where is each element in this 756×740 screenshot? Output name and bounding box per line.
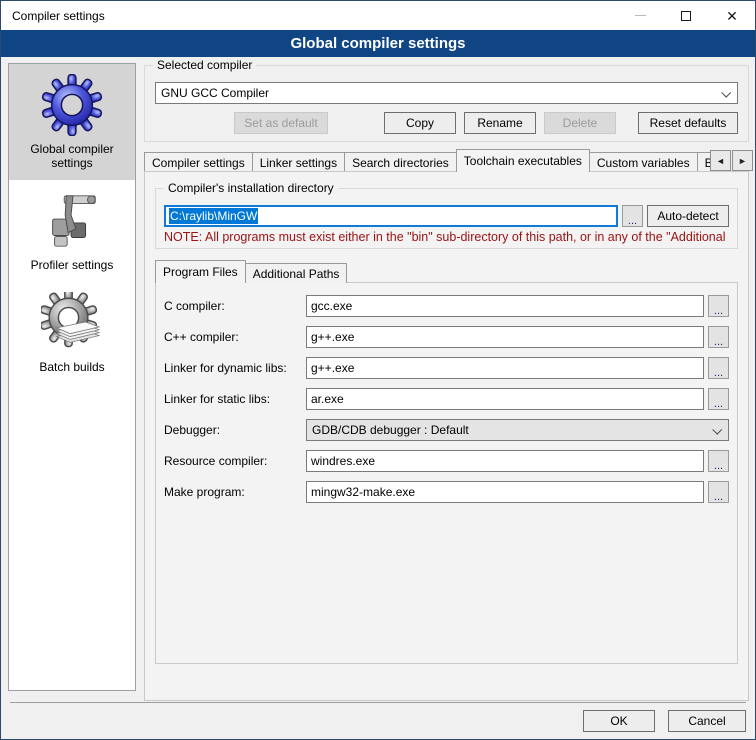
minimize-icon bbox=[635, 15, 646, 16]
window-title: Compiler settings bbox=[1, 9, 617, 23]
titlebar: Compiler settings ✕ bbox=[1, 1, 755, 30]
static-linker-input[interactable]: ar.exe bbox=[306, 388, 704, 410]
tab-linker-settings[interactable]: Linker settings bbox=[252, 152, 345, 172]
field-row-debugger: Debugger: GDB/CDB debugger : Default bbox=[164, 419, 729, 441]
installation-directory-browse-button[interactable]: ... bbox=[622, 205, 643, 227]
blue-gear-icon bbox=[41, 74, 103, 136]
sidebar-item-profiler-settings[interactable]: Profiler settings bbox=[9, 180, 135, 282]
dynamic-linker-input[interactable]: g++.exe bbox=[306, 357, 704, 379]
sidebar-item-batch-builds[interactable]: Batch builds bbox=[9, 282, 135, 384]
field-label: Debugger: bbox=[164, 423, 306, 437]
compiler-select-value: GNU GCC Compiler bbox=[161, 86, 269, 100]
ok-button[interactable]: OK bbox=[583, 710, 655, 732]
resource-compiler-browse-button[interactable]: ... bbox=[708, 450, 729, 472]
static-linker-browse-button[interactable]: ... bbox=[708, 388, 729, 410]
program-files-tabstrip: Program Files Additional Paths bbox=[155, 259, 738, 283]
chevron-down-icon bbox=[721, 88, 731, 98]
compiler-settings-window: Compiler settings ✕ Global compiler sett… bbox=[0, 0, 756, 740]
cancel-button[interactable]: Cancel bbox=[668, 710, 746, 732]
field-row-resource-compiler: Resource compiler: windres.exe ... bbox=[164, 450, 729, 472]
field-row-cpp-compiler: C++ compiler: g++.exe ... bbox=[164, 326, 729, 348]
minimize-button[interactable] bbox=[617, 1, 663, 30]
cpp-compiler-input[interactable]: g++.exe bbox=[306, 326, 704, 348]
maximize-icon bbox=[681, 11, 691, 21]
rename-button[interactable]: Rename bbox=[464, 112, 536, 134]
settings-category-list: Global compiler settings Profiler settin… bbox=[8, 63, 136, 691]
toolchain-executables-page: Compiler's installation directory C:\ray… bbox=[144, 171, 749, 701]
sidebar-item-label: Global compiler settings bbox=[11, 142, 133, 170]
tab-build-options[interactable]: Build options bbox=[697, 152, 710, 172]
field-label: C compiler: bbox=[164, 299, 306, 313]
sidebar-item-global-compiler-settings[interactable]: Global compiler settings bbox=[9, 64, 135, 180]
page-title: Global compiler settings bbox=[1, 30, 755, 57]
debugger-select-value: GDB/CDB debugger : Default bbox=[312, 423, 469, 437]
tab-scroll-controls: ◄ ► bbox=[710, 150, 753, 171]
field-label: Linker for static libs: bbox=[164, 392, 306, 406]
selected-compiler-group: Selected compiler GNU GCC Compiler Set a… bbox=[144, 65, 749, 142]
field-row-make-program: Make program: mingw32-make.exe ... bbox=[164, 481, 729, 503]
program-files-page: C compiler: gcc.exe ... C++ compiler: g+… bbox=[155, 282, 738, 664]
auto-detect-button[interactable]: Auto-detect bbox=[647, 205, 729, 227]
tab-scroll-left-button[interactable]: ◄ bbox=[710, 150, 731, 171]
field-label: C++ compiler: bbox=[164, 330, 306, 344]
field-row-static-linker: Linker for static libs: ar.exe ... bbox=[164, 388, 729, 410]
tab-scroll-right-button[interactable]: ► bbox=[732, 150, 753, 171]
maximize-button[interactable] bbox=[663, 1, 709, 30]
compiler-select[interactable]: GNU GCC Compiler bbox=[155, 82, 738, 104]
c-compiler-input[interactable]: gcc.exe bbox=[306, 295, 704, 317]
dialog-footer: OK Cancel bbox=[583, 710, 746, 732]
gray-gear-stack-icon bbox=[41, 292, 103, 354]
sidebar-item-label: Batch builds bbox=[11, 360, 133, 374]
installation-directory-value: C:\raylib\MinGW bbox=[169, 208, 258, 224]
close-button[interactable]: ✕ bbox=[709, 1, 755, 30]
tab-program-files[interactable]: Program Files bbox=[155, 260, 246, 283]
caliper-icon bbox=[41, 190, 103, 252]
tab-additional-paths[interactable]: Additional Paths bbox=[245, 263, 348, 283]
field-label: Linker for dynamic libs: bbox=[164, 361, 306, 375]
set-as-default-button[interactable]: Set as default bbox=[234, 112, 328, 134]
dynamic-linker-browse-button[interactable]: ... bbox=[708, 357, 729, 379]
delete-button[interactable]: Delete bbox=[544, 112, 616, 134]
dialog-content: Global compiler settings Profiler settin… bbox=[1, 57, 755, 739]
make-program-browse-button[interactable]: ... bbox=[708, 481, 729, 503]
settings-tabstrip: Compiler settings Linker settings Search… bbox=[144, 149, 710, 172]
sidebar-item-label: Profiler settings bbox=[11, 258, 133, 272]
close-icon: ✕ bbox=[726, 9, 738, 23]
installation-directory-group-label: Compiler's installation directory bbox=[164, 181, 338, 195]
installation-directory-group: Compiler's installation directory C:\ray… bbox=[155, 188, 738, 249]
tab-search-directories[interactable]: Search directories bbox=[344, 152, 457, 172]
reset-defaults-button[interactable]: Reset defaults bbox=[638, 112, 738, 134]
bin-subdirectory-note: NOTE: All programs must exist either in … bbox=[164, 230, 729, 244]
chevron-down-icon bbox=[712, 425, 722, 435]
resource-compiler-input[interactable]: windres.exe bbox=[306, 450, 704, 472]
cpp-compiler-browse-button[interactable]: ... bbox=[708, 326, 729, 348]
tab-custom-variables[interactable]: Custom variables bbox=[589, 152, 698, 172]
tab-toolchain-executables[interactable]: Toolchain executables bbox=[456, 149, 590, 172]
field-row-c-compiler: C compiler: gcc.exe ... bbox=[164, 295, 729, 317]
selected-compiler-group-label: Selected compiler bbox=[153, 58, 256, 72]
field-label: Make program: bbox=[164, 485, 306, 499]
footer-divider bbox=[10, 702, 746, 703]
field-row-dynamic-linker: Linker for dynamic libs: g++.exe ... bbox=[164, 357, 729, 379]
c-compiler-browse-button[interactable]: ... bbox=[708, 295, 729, 317]
debugger-select[interactable]: GDB/CDB debugger : Default bbox=[306, 419, 729, 441]
installation-directory-input[interactable]: C:\raylib\MinGW bbox=[164, 205, 618, 227]
copy-button[interactable]: Copy bbox=[384, 112, 456, 134]
make-program-input[interactable]: mingw32-make.exe bbox=[306, 481, 704, 503]
field-label: Resource compiler: bbox=[164, 454, 306, 468]
tab-compiler-settings[interactable]: Compiler settings bbox=[144, 152, 253, 172]
